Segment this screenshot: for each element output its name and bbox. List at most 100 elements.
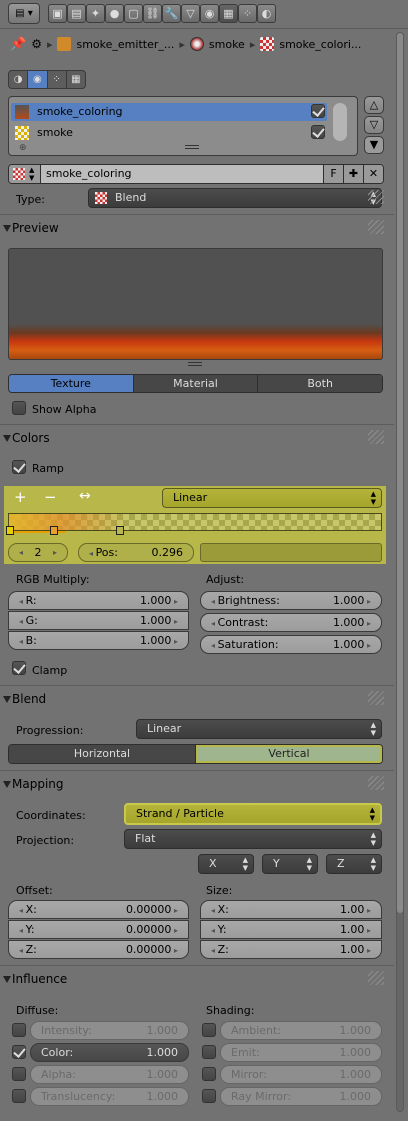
unlink-icon[interactable]: ✕ <box>363 165 383 183</box>
intensity-checkbox[interactable] <box>12 1023 26 1037</box>
list-resize-handle[interactable] <box>185 145 199 149</box>
material-context-icon[interactable]: ◉ <box>28 71 48 88</box>
world-context-icon[interactable]: ◑ <box>9 71 29 88</box>
ramp-stop[interactable] <box>116 526 124 535</box>
drag-handle[interactable] <box>368 220 384 234</box>
remove-stop-button[interactable]: − <box>44 488 57 506</box>
physics-tab-icon[interactable]: ◐ <box>257 4 276 23</box>
translucency-checkbox[interactable] <box>12 1089 26 1103</box>
drag-handle[interactable] <box>368 190 384 204</box>
multiply-r-field[interactable]: ◂ R: 1.000 ▸ <box>8 591 189 610</box>
editor-type-button[interactable]: ▤ ▾ <box>8 3 40 24</box>
add-stop-button[interactable]: + <box>14 488 27 506</box>
tab-material[interactable]: Material <box>133 375 259 392</box>
panel-scrollbar[interactable] <box>396 32 404 1112</box>
axis-y-select[interactable]: Y ▲ ▼ <box>262 854 318 874</box>
offset-z-field[interactable]: ◂ Z: 0.00000 ▸ <box>8 940 189 959</box>
show-alpha-checkbox[interactable] <box>12 401 26 415</box>
list-item[interactable]: smoke_coloring <box>11 103 327 121</box>
color-ramp-bar[interactable] <box>8 513 382 531</box>
other-context-icon[interactable]: ▦ <box>67 71 85 88</box>
ramp-stop-active[interactable] <box>50 526 58 535</box>
influence-panel-header[interactable]: Influence <box>0 967 394 991</box>
translucency-field[interactable]: Translucency: 1.000 <box>30 1087 189 1106</box>
mirror-field[interactable]: Mirror: 1.000 <box>220 1065 382 1084</box>
coordinates-select[interactable]: Strand / Particle ▲ ▼ <box>124 803 382 825</box>
ambient-field[interactable]: Ambient: 1.000 <box>220 1021 382 1040</box>
colors-panel-header[interactable]: Colors <box>0 426 394 450</box>
render-layers-tab-icon[interactable]: ▤ <box>67 4 86 23</box>
mapping-panel-header[interactable]: Mapping <box>0 772 394 796</box>
drag-handle[interactable] <box>368 971 384 985</box>
brightness-field[interactable]: ◂ Brightness: 1.000 ▸ <box>200 591 382 610</box>
axis-x-select[interactable]: X ▲ ▼ <box>198 854 254 874</box>
fake-user-button[interactable]: F <box>323 165 343 183</box>
texture-name-input[interactable]: smoke_coloring <box>41 165 323 183</box>
world-tab-icon[interactable]: ● <box>105 4 124 23</box>
modifiers-tab-icon[interactable]: 🔧 <box>162 4 181 23</box>
size-x-field[interactable]: ◂ X: 1.00 ▸ <box>200 900 382 919</box>
list-scrollbar[interactable] <box>333 103 347 141</box>
stop-color-swatch[interactable] <box>200 543 382 562</box>
interpolation-select[interactable]: Linear ▲ ▼ <box>162 488 382 508</box>
color-checkbox[interactable] <box>12 1045 26 1059</box>
list-item[interactable]: smoke <box>11 124 327 142</box>
alpha-field[interactable]: Alpha: 1.000 <box>30 1065 189 1084</box>
specials-menu-button[interactable]: ▼ <box>364 136 384 154</box>
type-select[interactable]: Blend ▲▼ <box>88 188 382 208</box>
object-tab-icon[interactable]: ▢ <box>124 4 143 23</box>
particle-context-icon[interactable]: ⁘ <box>48 71 67 88</box>
drag-handle[interactable] <box>368 776 384 790</box>
drag-handle[interactable] <box>368 430 384 444</box>
material-tab-icon[interactable]: ◉ <box>200 4 219 23</box>
mirror-checkbox[interactable] <box>202 1067 216 1081</box>
offset-x-field[interactable]: ◂ X: 0.00000 ▸ <box>8 900 189 919</box>
tab-both[interactable]: Both <box>258 375 382 392</box>
axis-z-select[interactable]: Z ▲ ▼ <box>326 854 382 874</box>
emit-checkbox[interactable] <box>202 1045 216 1059</box>
slot-enabled-checkbox[interactable] <box>311 104 325 118</box>
drag-handle[interactable] <box>368 691 384 705</box>
preview-resize-handle[interactable] <box>188 362 202 366</box>
progression-select[interactable]: Linear ▲ ▼ <box>136 719 382 739</box>
move-up-button[interactable]: △ <box>364 96 384 114</box>
constraints-tab-icon[interactable]: ⛓ <box>143 4 162 23</box>
ray-mirror-checkbox[interactable] <box>202 1089 216 1103</box>
horizontal-button[interactable]: Horizontal <box>9 745 196 763</box>
pin-icon[interactable]: 📌 <box>10 37 26 52</box>
preview-panel-header[interactable]: Preview <box>0 216 394 240</box>
color-influence-field[interactable]: Color: 1.000 <box>30 1043 189 1062</box>
ramp-checkbox[interactable] <box>12 460 26 474</box>
clamp-checkbox[interactable] <box>12 661 26 675</box>
multiply-g-field[interactable]: ◂ G: 1.000 ▸ <box>8 611 189 630</box>
saturation-field[interactable]: ◂ Saturation: 1.000 ▸ <box>200 635 382 654</box>
size-y-field[interactable]: ◂ Y: 1.00 ▸ <box>200 920 382 939</box>
scene-tab-icon[interactable]: ✦ <box>86 4 105 23</box>
multiply-b-field[interactable]: ◂ B: 1.000 ▸ <box>8 631 189 650</box>
render-tab-icon[interactable]: ▣ <box>48 4 67 23</box>
ray-mirror-field[interactable]: Ray Mirror: 1.000 <box>220 1087 382 1106</box>
slot-enabled-checkbox[interactable] <box>311 125 325 139</box>
flip-ramp-button[interactable]: ↔ <box>79 488 91 504</box>
projection-select[interactable]: Flat ▲ ▼ <box>124 829 382 849</box>
texture-tab-icon[interactable]: ▦ <box>219 4 238 23</box>
move-down-button[interactable]: ▽ <box>364 116 384 134</box>
blend-panel-header[interactable]: Blend <box>0 687 394 711</box>
vertical-button[interactable]: Vertical <box>196 745 382 763</box>
size-z-field[interactable]: ◂ Z: 1.00 ▸ <box>200 940 382 959</box>
add-texture-icon[interactable]: ✚ <box>343 165 363 183</box>
contrast-field[interactable]: ◂ Contrast: 1.000 ▸ <box>200 613 382 632</box>
intensity-field[interactable]: Intensity: 1.000 <box>30 1021 189 1040</box>
ambient-checkbox[interactable] <box>202 1023 216 1037</box>
browse-texture-button[interactable]: ▲ ▼ <box>9 165 41 183</box>
data-tab-icon[interactable]: ▽ <box>181 4 200 23</box>
ramp-stop[interactable] <box>6 526 14 535</box>
active-stop-field[interactable]: ◂ 2 ▸ <box>8 543 68 562</box>
emit-field[interactable]: Emit: 1.000 <box>220 1043 382 1062</box>
offset-y-field[interactable]: ◂ Y: 0.00000 ▸ <box>8 920 189 939</box>
scrollbar-thumb[interactable] <box>397 33 403 913</box>
tab-texture[interactable]: Texture <box>9 375 134 392</box>
position-field[interactable]: ◂ Pos: 0.296 <box>78 543 194 562</box>
add-slot-icon[interactable]: ⊕ <box>19 143 27 153</box>
particles-tab-icon[interactable]: ⁘ <box>238 4 257 23</box>
